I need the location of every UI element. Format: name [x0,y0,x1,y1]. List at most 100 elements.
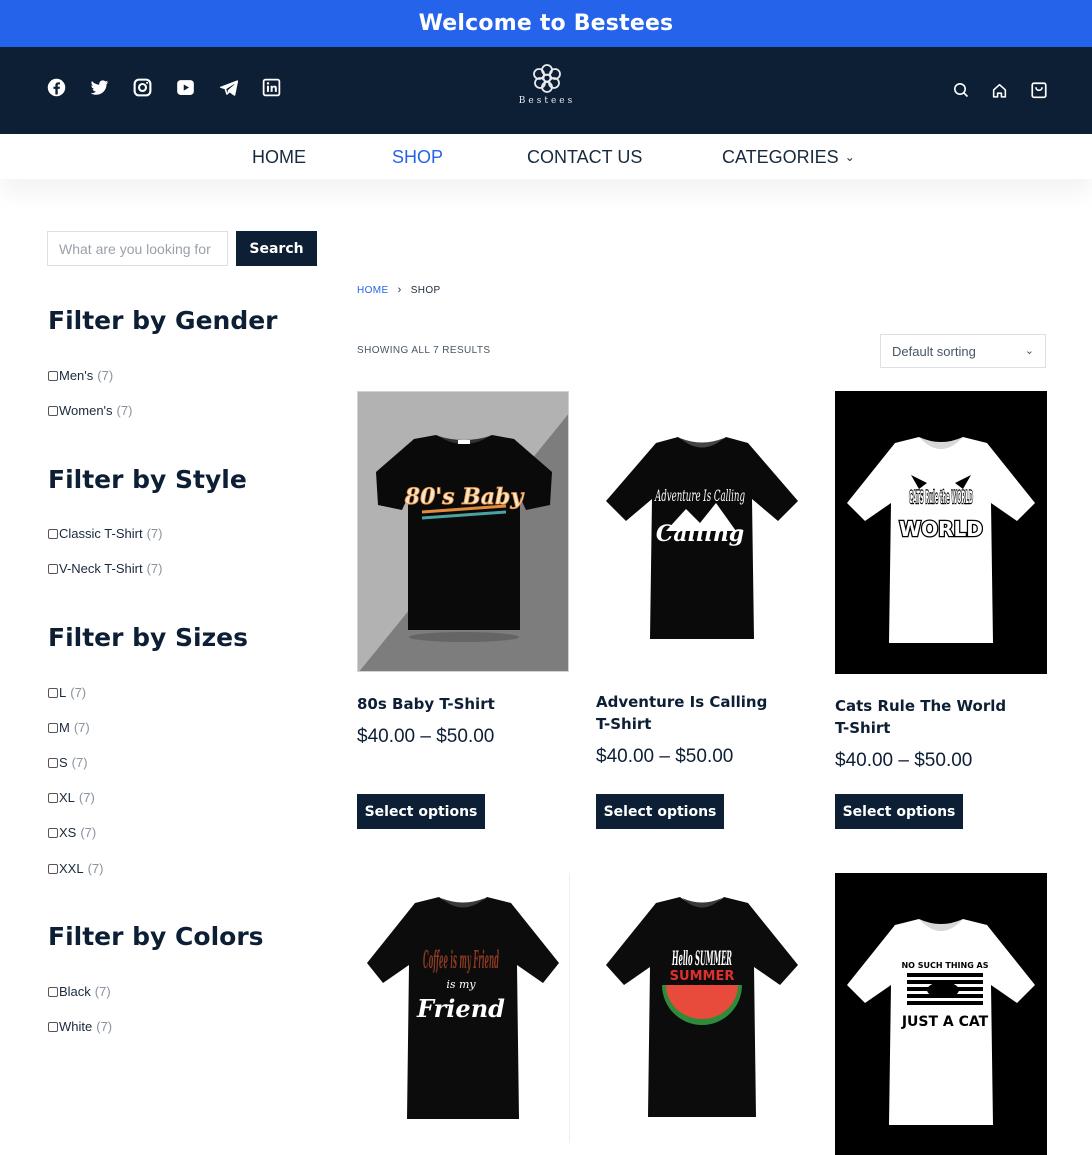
option-count: (7) [70,685,87,700]
cart-icon[interactable] [1030,81,1048,99]
select-options-button[interactable]: Select options [596,794,724,829]
option-count: (7) [116,403,133,418]
nav-categories[interactable]: CATEGORIES ⌄ [722,147,855,168]
filter-option-mens[interactable]: Men's (7) [48,368,113,383]
nav-home[interactable]: HOME [252,147,306,168]
filter-option-xxl[interactable]: XXL (7) [48,861,103,876]
option-count: (7) [146,526,163,541]
shirt-print-text: 80's Baby [404,484,526,510]
sorting-select[interactable]: Default sorting ⌄ [880,334,1046,368]
product-image-just-a-cat[interactable]: NO SUCH THING AS JUST A CAT [835,873,1047,1155]
filter-option-white[interactable]: White (7) [48,1019,112,1034]
option-count: (7) [97,368,114,383]
nav-shop[interactable]: SHOP [392,147,443,168]
product-image-80s-baby[interactable]: 80's Baby [357,391,569,672]
shirt-print-word: Calling [656,521,744,547]
chevron-down-icon: ⌄ [1024,345,1034,357]
breadcrumb-home[interactable]: HOME [357,285,389,296]
main-nav: HOME SHOP CONTACT US CATEGORIES ⌄ [0,134,1092,179]
chevron-right-icon: › [397,284,402,296]
filter-option-xs[interactable]: XS (7) [48,825,96,840]
option-count: (7) [96,1019,113,1034]
shirt-print-word: SUMMER [670,969,735,984]
checkbox[interactable] [48,1021,58,1032]
product-title[interactable]: 80s Baby T-Shirt [357,693,547,715]
filter-option-xl[interactable]: XL (7) [48,790,95,805]
search-input[interactable] [47,231,228,266]
checkbox[interactable] [48,757,58,768]
checkbox[interactable] [48,687,58,698]
shirt-print-word: JUST A CAT [901,1014,989,1030]
result-count: SHOWING ALL 7 RESULTS [357,345,491,356]
option-count: (7) [73,720,90,735]
twitter-icon[interactable] [89,77,110,98]
search-button[interactable]: Search [236,231,317,266]
search-icon[interactable] [953,82,969,98]
filter-option-l[interactable]: L (7) [48,685,86,700]
sorting-value: Default sorting [892,344,976,359]
product-title[interactable]: Cats Rule The World T-Shirt [835,695,1025,739]
checkbox[interactable] [48,370,58,381]
option-count: (7) [71,755,88,770]
option-label: White [59,1019,93,1034]
site-logo[interactable]: Bestees [515,63,579,106]
telegram-icon[interactable] [218,77,239,98]
product-image-adventure[interactable]: Adventure Is Calling Calling [596,391,808,661]
site-header: Bestees [0,47,1092,134]
option-label: M [59,720,70,735]
checkbox[interactable] [48,986,58,997]
breadcrumb-current: SHOP [410,285,441,296]
filter-sizes-title: Filter by Sizes [48,623,249,652]
product-image-hello-summer[interactable]: Hello SUMMER SUMMER [596,873,808,1143]
select-options-button[interactable]: Select options [835,794,963,829]
shirt-print-text: Hello SUMMER [672,946,732,970]
shirt-print-text: Adventure Is Calling [654,486,745,505]
filter-option-s[interactable]: S (7) [48,755,88,770]
option-label: Classic T-Shirt [59,526,143,541]
checkbox[interactable] [48,863,58,874]
select-options-button[interactable]: Select options [357,794,485,829]
nav-contact[interactable]: CONTACT US [527,147,642,168]
facebook-icon[interactable] [46,77,67,98]
flower-logo-icon [533,64,561,93]
shirt-print-word: is my [446,978,476,991]
option-label: Women's [59,403,113,418]
filter-option-classic[interactable]: Classic T-Shirt (7) [48,526,162,541]
shirt-print-text: NO SUCH THING AS [901,961,988,970]
option-label: XS [59,825,77,840]
option-label: Men's [59,368,94,383]
shirt-print-text: Coffee is my Friend [423,945,499,974]
option-label: V-Neck T-Shirt [59,561,143,576]
nav-categories-label: CATEGORIES [722,147,839,167]
shirt-print-word: WORLD [899,517,983,541]
filter-style-title: Filter by Style [48,465,247,494]
checkbox[interactable] [48,827,58,838]
option-count: (7) [94,984,111,999]
option-label: S [59,755,68,770]
chevron-down-icon: ⌄ [844,150,855,164]
product-image-coffee[interactable]: Coffee is my Friend is my Friend [357,873,569,1143]
shirt-print-word: Friend [416,994,505,1023]
home-icon[interactable] [991,82,1008,99]
filter-gender-title: Filter by Gender [48,306,278,335]
instagram-icon[interactable] [132,77,153,98]
youtube-icon[interactable] [175,77,196,98]
product-price: $40.00 – $50.00 [596,746,734,767]
product-image-cats[interactable]: CATS Rule the WORLD WORLD [835,391,1047,674]
checkbox[interactable] [48,405,58,416]
checkbox[interactable] [48,722,58,733]
header-actions [953,81,1048,99]
option-count: (7) [146,561,163,576]
filter-option-black[interactable]: Black (7) [48,984,111,999]
option-label: Black [59,984,91,999]
checkbox[interactable] [48,528,58,539]
option-count: (7) [80,825,97,840]
product-title[interactable]: Adventure Is Calling T-Shirt [596,691,786,735]
checkbox[interactable] [48,563,58,574]
filter-option-womens[interactable]: Women's (7) [48,403,132,418]
linkedin-icon[interactable] [261,77,282,98]
checkbox[interactable] [48,792,58,803]
filter-option-vneck[interactable]: V-Neck T-Shirt (7) [48,561,162,576]
welcome-banner: Welcome to Bestees [0,0,1092,47]
filter-option-m[interactable]: M (7) [48,720,90,735]
